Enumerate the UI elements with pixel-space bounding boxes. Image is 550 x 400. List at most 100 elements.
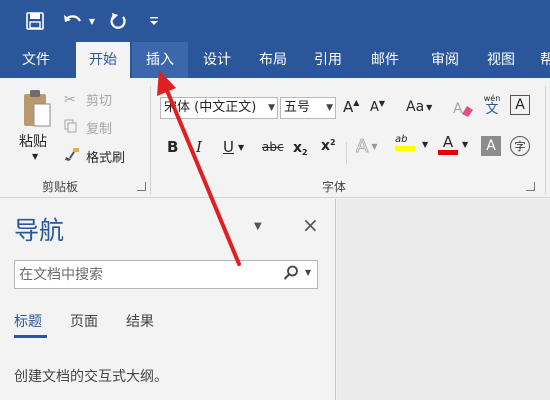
paste-dropdown-icon[interactable]: ▼ [32,152,38,161]
tab-references[interactable]: 引用 [303,42,353,78]
divider [346,142,347,164]
cut-label: 剪切 [86,94,113,109]
character-border-button[interactable]: A [510,95,530,115]
search-box[interactable]: ▼ [14,260,318,289]
nav-tab-headings[interactable]: 标题 [14,311,42,331]
redo-icon[interactable] [106,9,130,33]
subscript-mark: 2 [302,148,308,157]
tab-home[interactable]: 开始 [76,42,130,78]
tab-help[interactable]: 帮 [532,42,550,78]
superscript-mark: 2 [330,137,336,147]
subscript-button[interactable]: x2 [293,138,308,158]
nav-tab-pages[interactable]: 页面 [70,311,98,331]
caret-down-icon: ▼ [378,98,386,108]
highlight-button[interactable]: ab [395,134,415,151]
clear-formatting-button[interactable]: A [453,98,475,118]
grow-font-label: A [343,98,354,116]
cut-button[interactable]: ✂ 剪切 [64,90,113,110]
copy-button[interactable]: 复制 [64,118,112,137]
font-size-value: 五号 [284,100,311,115]
svg-text:A: A [453,101,463,117]
highlight-label: ab [395,134,408,145]
caret-up-icon: ▲ [353,98,360,107]
change-case-button[interactable]: Aa ▼ [406,99,432,115]
chevron-down-icon[interactable]: ▼ [305,268,311,277]
ribbon-tabs: 文件 开始 插入 设计 布局 引用 邮件 审阅 视图 帮 [0,42,550,78]
font-launcher-icon[interactable] [526,182,535,191]
font-color-label: A [442,133,454,151]
superscript-label: x [321,138,331,154]
close-icon[interactable]: × [302,213,319,237]
search-icon[interactable] [283,265,299,285]
bold-button[interactable]: B [167,138,178,156]
cut-icon: ✂ [64,91,76,108]
chevron-down-icon[interactable]: ▼ [422,140,428,149]
ribbon: 粘贴 ▼ ✂ 剪切 复制 格式刷 剪贴板 宋体 (中文正文) ▼ 五号 ▼ A ▲ A ▼… [0,78,550,198]
tab-review[interactable]: 审阅 [420,42,470,78]
shrink-font-button[interactable]: A ▼ [370,98,386,116]
enclose-characters-label: 字 [514,140,526,153]
italic-button[interactable]: I [196,138,202,156]
navigation-pane: 导航 ▼ × ▼ 标题 页面 结果 创建文档的交互式大纲。 [0,199,336,400]
shrink-font-label: A [370,100,379,115]
customize-icon[interactable] [146,9,162,33]
grow-font-button[interactable]: A ▲ [343,98,359,116]
clear-formatting-icon: A [453,101,473,117]
tab-insert[interactable]: 插入 [132,42,188,78]
tab-file[interactable]: 文件 [11,42,61,78]
copy-icon [64,119,82,137]
tab-view[interactable]: 视图 [476,42,526,78]
chevron-down-icon: ▼ [237,142,245,152]
tab-layout[interactable]: 布局 [248,42,298,78]
font-family-select[interactable]: 宋体 (中文正文) ▼ [160,97,278,119]
copy-label: 复制 [86,122,113,137]
format-painter-icon [64,146,82,166]
highlight-color-bar [395,146,415,151]
chevron-down-icon: ▼ [426,102,433,112]
font-color-bar [438,150,458,155]
nav-pane-title: 导航 [14,216,65,245]
font-group-label: 字体 [322,180,347,194]
clipboard-group-label: 剪贴板 [42,180,79,194]
group-divider [150,86,151,194]
chevron-down-icon: ▼ [371,142,378,151]
character-shading-label: A [486,138,496,154]
nav-tab-results[interactable]: 结果 [126,311,154,331]
subscript-label: x [293,139,303,156]
change-case-label: Aa [406,99,425,115]
font-family-value: 宋体 (中文正文) [164,100,257,115]
undo-dropdown-icon[interactable]: ▼ [86,9,98,33]
phonetic-guide-bottom: 文 [485,102,499,117]
search-input[interactable] [19,265,269,285]
chevron-down-icon: ▼ [268,103,275,113]
phonetic-guide-button[interactable]: wén 文 [484,93,501,117]
underline-button[interactable]: U ▼ [223,138,244,156]
character-border-label: A [515,97,525,113]
chevron-down-icon[interactable]: ▼ [462,140,468,149]
paste-icon[interactable] [16,86,56,130]
enclose-characters-button[interactable]: 字 [510,136,530,156]
paste-button[interactable]: 粘贴 [19,131,47,151]
save-icon[interactable] [22,9,48,33]
tab-design[interactable]: 设计 [192,42,242,78]
chevron-down-icon: ▼ [326,103,333,113]
character-shading-button[interactable]: A [481,136,501,156]
underline-label: U [223,138,234,156]
active-tab-indicator [14,335,47,338]
tab-mailings[interactable]: 邮件 [359,42,411,78]
text-effects-button[interactable]: A ▼ [355,136,378,158]
quick-access-toolbar: ▼ [0,0,550,42]
superscript-button[interactable]: x2 [321,137,336,155]
text-effects-label: A [355,136,369,158]
strikethrough-button[interactable]: abc [262,140,284,154]
font-color-button[interactable]: A [438,134,458,155]
document-area[interactable] [337,199,550,400]
format-painter-button[interactable]: 格式刷 [64,146,125,166]
undo-icon[interactable] [60,9,86,33]
nav-pane-hint: 创建文档的交互式大纲。 [14,369,168,385]
clipboard-launcher-icon[interactable] [137,182,146,191]
group-divider [545,86,546,194]
format-painter-label: 格式刷 [86,150,126,166]
font-size-select[interactable]: 五号 ▼ [280,97,336,119]
pane-options-icon[interactable]: ▼ [254,221,262,232]
